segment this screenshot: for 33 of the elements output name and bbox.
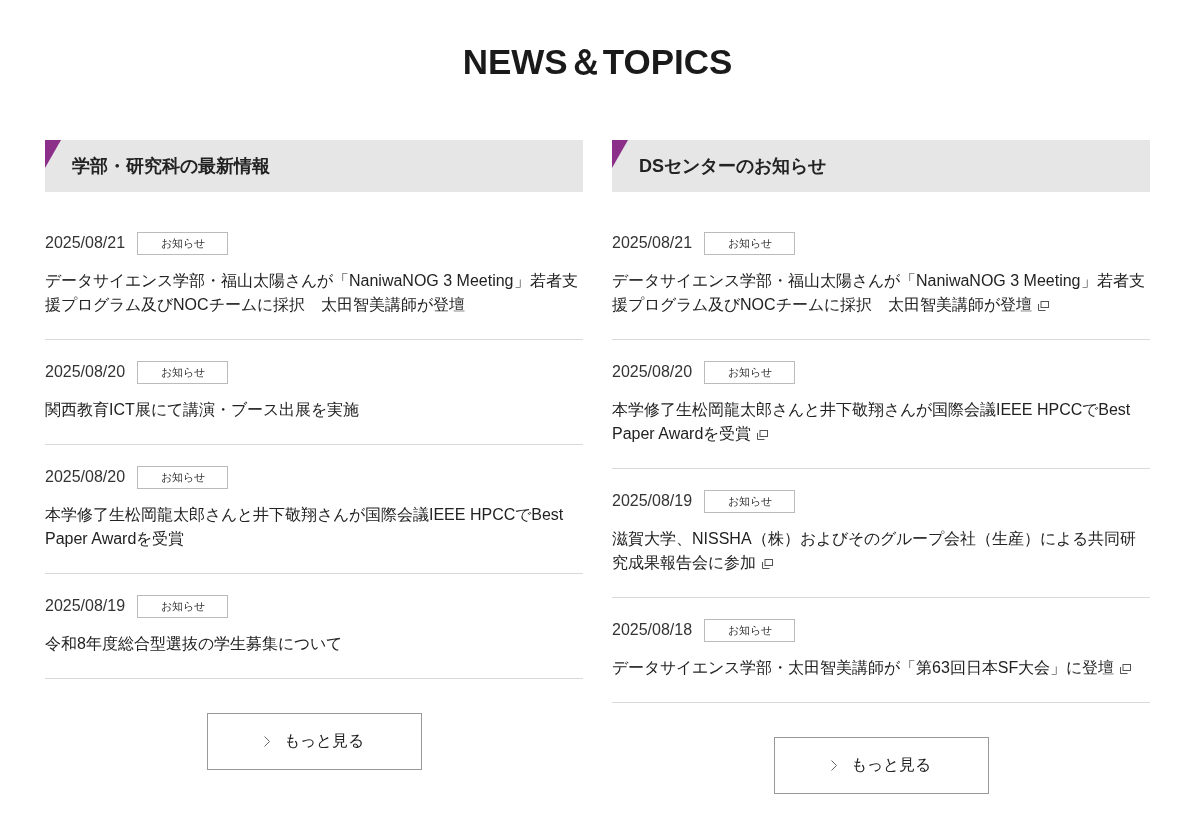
- chevron-right-icon: [831, 760, 837, 771]
- news-date: 2025/08/20: [612, 362, 693, 382]
- news-title-link[interactable]: データサイエンス学部・福山太陽さんが「NaniwaNOG 3 Meeting」若者支援プログラム及びNOCチームに採択 太田智美講師が登壇: [612, 269, 1150, 317]
- category-tag: お知らせ: [137, 594, 229, 618]
- category-tag: お知らせ: [137, 360, 229, 384]
- news-date: 2025/08/19: [45, 596, 126, 616]
- news-title-link[interactable]: データサイエンス学部・福山太陽さんが「NaniwaNOG 3 Meeting」若者支援プログラム及びNOCチームに採択 太田智美講師が登壇: [45, 269, 583, 317]
- column-title: 学部・研究科の最新情報: [72, 155, 270, 178]
- news-date: 2025/08/21: [612, 233, 693, 253]
- news-title-link[interactable]: 関西教育ICT展にて講演・ブース出展を実施: [45, 398, 583, 422]
- category-tag: お知らせ: [137, 465, 229, 489]
- category-tag: お知らせ: [704, 360, 796, 384]
- column-title: DSセンターのお知らせ: [639, 155, 826, 178]
- news-title-link[interactable]: 本学修了生松岡龍太郎さんと井下敬翔さんが国際会議IEEE HPCCでBest Paper Awardを受賞: [612, 398, 1150, 446]
- news-date: 2025/08/20: [45, 467, 126, 487]
- category-tag: お知らせ: [704, 489, 796, 513]
- more-button[interactable]: もっと見る: [773, 737, 989, 794]
- category-tag: お知らせ: [137, 231, 229, 255]
- more-button[interactable]: もっと見る: [206, 713, 422, 770]
- news-date: 2025/08/21: [45, 233, 126, 253]
- news-date: 2025/08/20: [45, 362, 126, 382]
- category-tag: お知らせ: [704, 231, 796, 255]
- news-title-link[interactable]: 本学修了生松岡龍太郎さんと井下敬翔さんが国際会議IEEE HPCCでBest Paper Awardを受賞: [45, 503, 583, 551]
- news-date: 2025/08/18: [612, 620, 693, 640]
- corner-triangle-icon: [612, 140, 628, 168]
- category-tag: お知らせ: [704, 618, 796, 642]
- chevron-right-icon: [264, 736, 270, 747]
- news-title-link[interactable]: データサイエンス学部・太田智美講師が「第63回日本SF大会」に登壇: [612, 656, 1150, 680]
- corner-triangle-icon: [45, 140, 61, 168]
- news-title-link[interactable]: 令和8年度総合型選抜の学生募集について: [45, 632, 583, 656]
- news-title-link[interactable]: 滋賀大学、NISSHA（株）およびそのグループ会社（生産）による共同研究成果報告会に参加: [612, 527, 1150, 575]
- news-date: 2025/08/19: [612, 491, 693, 511]
- section-heading: NEWS＆TOPICS: [461, 42, 734, 82]
